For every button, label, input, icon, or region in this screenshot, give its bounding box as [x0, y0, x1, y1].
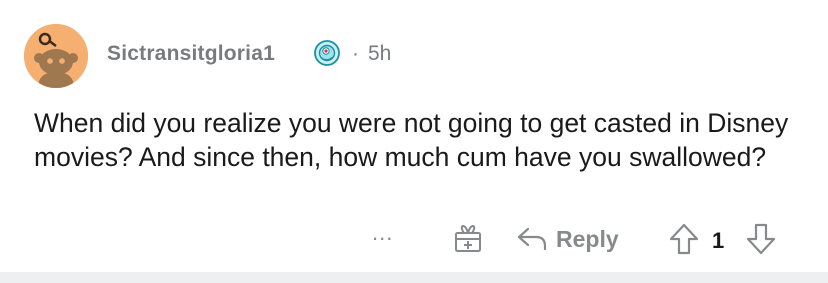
snoo-avatar-icon: [24, 24, 88, 88]
upvote-button[interactable]: [668, 222, 700, 256]
vote-score: 1: [712, 228, 725, 253]
reply-label: Reply: [556, 225, 619, 252]
downvote-button[interactable]: [745, 222, 777, 256]
gift-award-icon[interactable]: [452, 222, 484, 254]
comment-timestamp[interactable]: 5h: [368, 42, 391, 66]
meta-separator: ·: [352, 42, 359, 65]
more-options-button[interactable]: ...: [372, 220, 393, 246]
section-divider: [0, 272, 828, 283]
comment-body: When did you realize you were not going …: [34, 108, 789, 172]
flair-badge-icon: [314, 40, 340, 66]
comment-actions: ... Reply 1: [0, 220, 828, 260]
avatar[interactable]: [24, 24, 88, 88]
upvote-arrow-icon: [669, 223, 699, 255]
comment: Sictransitgloria1 · 5h When did you real…: [0, 0, 828, 272]
reply-button[interactable]: Reply: [516, 222, 619, 256]
reply-arrow-icon: [517, 227, 547, 251]
downvote-arrow-icon: [746, 223, 776, 255]
author-name[interactable]: Sictransitgloria1: [107, 42, 275, 66]
